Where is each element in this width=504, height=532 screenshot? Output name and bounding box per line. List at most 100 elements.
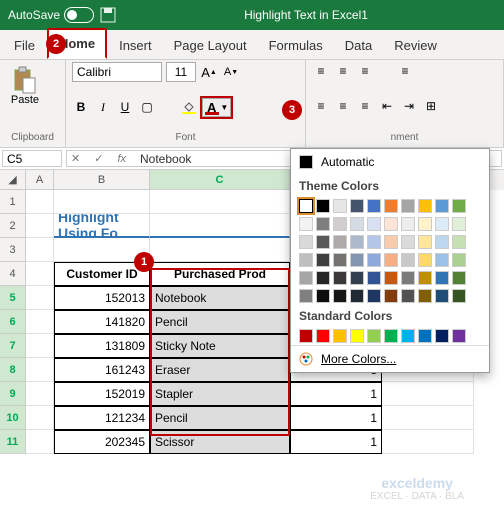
color-swatch[interactable]: [367, 329, 381, 343]
color-swatch[interactable]: [299, 271, 313, 285]
row-header[interactable]: 7: [0, 334, 26, 358]
row-header[interactable]: 9: [0, 382, 26, 406]
row-header[interactable]: 2: [0, 214, 26, 238]
cell[interactable]: 141820: [54, 310, 150, 334]
tab-pagelayout[interactable]: Page Layout: [164, 32, 257, 59]
row-header[interactable]: 10: [0, 406, 26, 430]
color-swatch[interactable]: [299, 217, 313, 231]
color-swatch[interactable]: [316, 217, 330, 231]
enter-icon[interactable]: ✓: [90, 152, 107, 165]
cell[interactable]: Pencil: [150, 406, 290, 430]
color-swatch[interactable]: [435, 329, 449, 343]
color-swatch[interactable]: [316, 253, 330, 267]
color-swatch[interactable]: [384, 271, 398, 285]
cell[interactable]: Notebook: [150, 286, 290, 310]
color-swatch[interactable]: [401, 199, 415, 213]
tab-insert[interactable]: Insert: [109, 32, 162, 59]
color-swatch[interactable]: [452, 199, 466, 213]
fill-color-button[interactable]: [180, 98, 198, 116]
italic-button[interactable]: I: [94, 98, 112, 116]
border-button[interactable]: ▢: [138, 98, 156, 116]
cell[interactable]: 202345: [54, 430, 150, 454]
color-swatch[interactable]: [350, 271, 364, 285]
color-swatch[interactable]: [367, 235, 381, 249]
color-swatch[interactable]: [435, 253, 449, 267]
color-swatch[interactable]: [316, 329, 330, 343]
color-swatch[interactable]: [452, 217, 466, 231]
underline-button[interactable]: U: [116, 98, 134, 116]
color-swatch[interactable]: [333, 199, 347, 213]
col-header[interactable]: B: [54, 170, 150, 190]
align-bottom-icon[interactable]: ≡: [356, 62, 374, 80]
cell[interactable]: 152013: [54, 286, 150, 310]
color-swatch[interactable]: [384, 235, 398, 249]
decrease-font-icon[interactable]: A▼: [222, 63, 240, 81]
font-color-button[interactable]: A ▼: [202, 98, 231, 117]
toggle-off-icon[interactable]: [64, 7, 94, 23]
color-swatch[interactable]: [452, 271, 466, 285]
color-swatch[interactable]: [401, 235, 415, 249]
cell[interactable]: Stapler: [150, 382, 290, 406]
color-swatch[interactable]: [401, 217, 415, 231]
color-swatch[interactable]: [333, 235, 347, 249]
color-swatch[interactable]: [418, 217, 432, 231]
wrap-text-icon[interactable]: ≡: [396, 62, 414, 80]
save-icon[interactable]: [100, 7, 116, 23]
increase-font-icon[interactable]: A▲: [200, 63, 218, 81]
color-swatch[interactable]: [435, 289, 449, 303]
color-swatch[interactable]: [299, 235, 313, 249]
color-swatch[interactable]: [299, 329, 313, 343]
color-swatch[interactable]: [384, 217, 398, 231]
color-swatch[interactable]: [452, 329, 466, 343]
color-swatch[interactable]: [401, 271, 415, 285]
color-swatch[interactable]: [316, 235, 330, 249]
indent-inc-icon[interactable]: ⇥: [400, 97, 418, 115]
color-swatch[interactable]: [418, 235, 432, 249]
color-swatch[interactable]: [316, 199, 330, 213]
color-swatch[interactable]: [299, 253, 313, 267]
color-swatch[interactable]: [384, 329, 398, 343]
color-swatch[interactable]: [401, 289, 415, 303]
align-right-icon[interactable]: ≡: [356, 97, 374, 115]
color-swatch[interactable]: [384, 289, 398, 303]
color-swatch[interactable]: [367, 253, 381, 267]
chevron-down-icon[interactable]: ▼: [220, 103, 228, 112]
color-swatch[interactable]: [350, 217, 364, 231]
color-swatch[interactable]: [435, 271, 449, 285]
row-header[interactable]: 6: [0, 310, 26, 334]
cell[interactable]: 1: [290, 430, 382, 454]
merge-icon[interactable]: ⊞: [422, 97, 440, 115]
font-size-input[interactable]: [166, 62, 196, 82]
font-color-dropdown[interactable]: Automatic Theme Colors Standard Colors M…: [290, 148, 490, 373]
cell[interactable]: 121234: [54, 406, 150, 430]
cell[interactable]: 152019: [54, 382, 150, 406]
tab-file[interactable]: File: [4, 32, 45, 59]
automatic-color[interactable]: Automatic: [291, 149, 489, 175]
color-swatch[interactable]: [350, 329, 364, 343]
cell[interactable]: Eraser: [150, 358, 290, 382]
align-top-icon[interactable]: ≡: [312, 62, 330, 80]
row-header[interactable]: 3: [0, 238, 26, 262]
autosave-toggle[interactable]: AutoSave: [8, 7, 94, 23]
cell[interactable]: Scissor: [150, 430, 290, 454]
color-swatch[interactable]: [299, 289, 313, 303]
col-header[interactable]: A: [26, 170, 54, 190]
color-swatch[interactable]: [367, 271, 381, 285]
color-swatch[interactable]: [333, 271, 347, 285]
col-header[interactable]: C: [150, 170, 290, 190]
font-name-input[interactable]: [72, 62, 162, 82]
color-swatch[interactable]: [452, 253, 466, 267]
color-swatch[interactable]: [367, 199, 381, 213]
color-swatch[interactable]: [452, 289, 466, 303]
color-swatch[interactable]: [299, 199, 313, 213]
color-swatch[interactable]: [435, 217, 449, 231]
paste-button[interactable]: Paste: [6, 62, 44, 106]
color-swatch[interactable]: [333, 329, 347, 343]
cancel-icon[interactable]: ✕: [67, 152, 84, 165]
color-swatch[interactable]: [384, 253, 398, 267]
color-swatch[interactable]: [350, 253, 364, 267]
color-swatch[interactable]: [452, 235, 466, 249]
color-swatch[interactable]: [418, 253, 432, 267]
color-swatch[interactable]: [367, 217, 381, 231]
color-swatch[interactable]: [350, 199, 364, 213]
